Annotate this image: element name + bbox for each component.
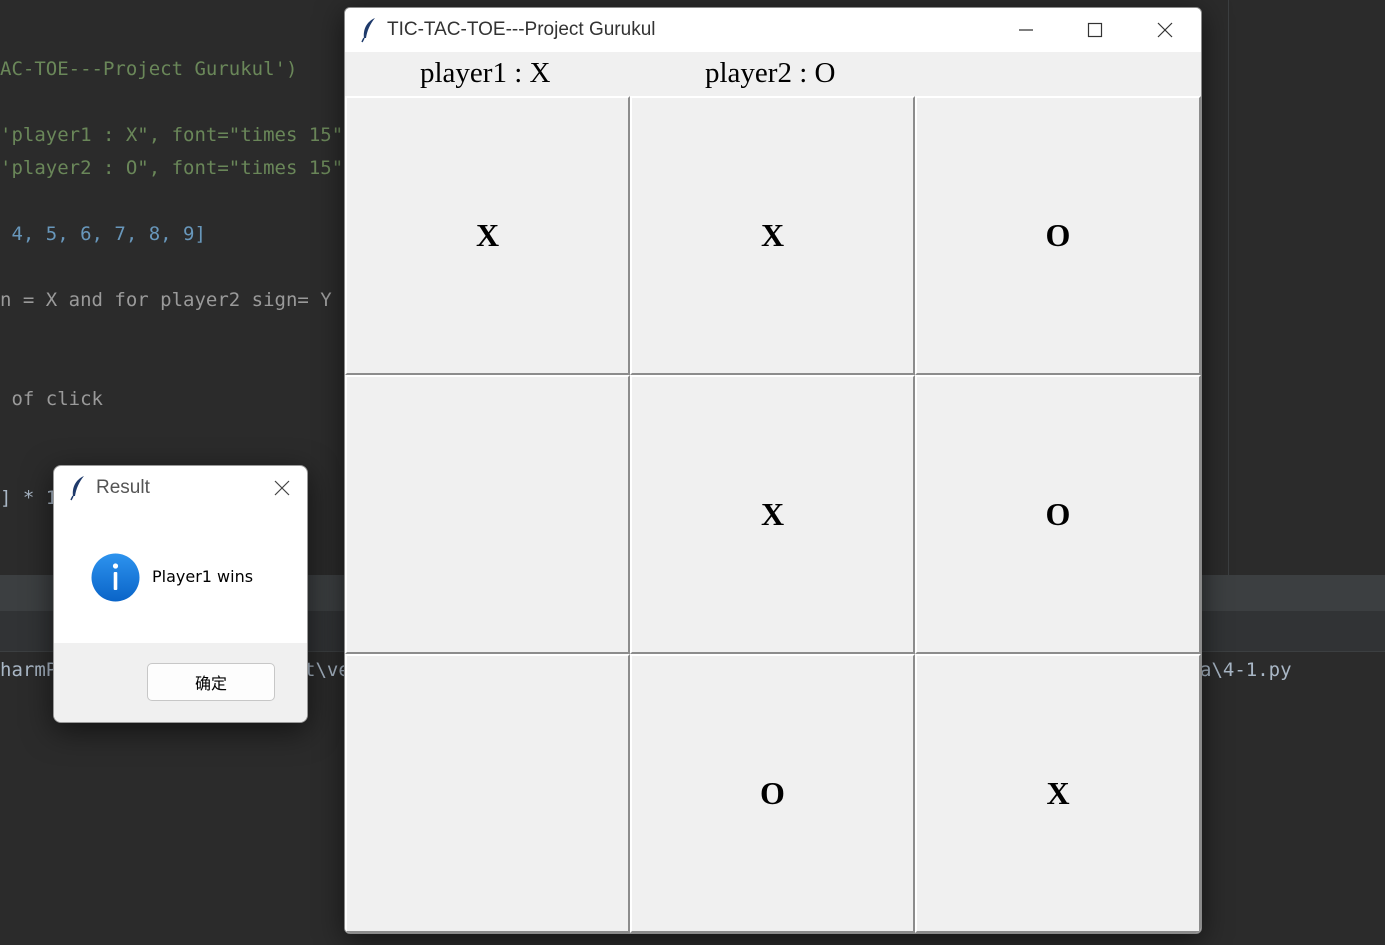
board-cell[interactable]: X [915, 654, 1201, 933]
minimize-icon [1019, 29, 1033, 31]
info-icon [91, 553, 140, 602]
code-text: AC-TOE---Project Gurukul') [0, 58, 298, 80]
tictactoe-window: TIC-TAC-TOE---Project Gurukul player1 : … [344, 7, 1202, 934]
board-cell[interactable] [345, 375, 630, 654]
code-line: of click [0, 388, 103, 410]
ok-button[interactable]: 确定 [147, 663, 275, 701]
window-title: TIC-TAC-TOE---Project Gurukul [387, 19, 656, 40]
dialog-message: Player1 wins [152, 567, 254, 586]
board-cell[interactable]: X [630, 375, 915, 654]
player1-label: player1 : X [420, 57, 551, 89]
editor-divider [1228, 0, 1229, 575]
code-text: 'player1 : X", font="times 15" [0, 124, 344, 146]
code-line: ] * 1 [0, 487, 57, 509]
maximize-icon [1087, 22, 1103, 38]
close-icon [274, 480, 290, 496]
board-cell[interactable]: O [915, 96, 1201, 375]
result-dialog: Result Player1 wins 确定 [53, 465, 308, 723]
title-bar[interactable]: TIC-TAC-TOE---Project Gurukul [345, 8, 1201, 52]
board-cell[interactable]: X [630, 96, 915, 375]
code-line: 'player2 : O", font="times 15" [0, 157, 343, 179]
code-text: ] * 1 [0, 487, 58, 509]
code-line: AC-TOE---Project Gurukul') [0, 58, 297, 80]
player-info-row: player1 : X player2 : O [345, 52, 1201, 96]
run-output-text: a\4-1.py [1200, 659, 1292, 681]
board-cell[interactable]: O [915, 375, 1201, 654]
board-cell[interactable]: X [345, 96, 630, 375]
dialog-title: Result [96, 477, 150, 498]
dialog-close-button[interactable] [266, 474, 298, 504]
game-board: X X O X O O X [345, 96, 1201, 933]
maximize-button[interactable] [1061, 8, 1129, 52]
code-text: of click [0, 388, 103, 410]
code-line: 'player1 : X", font="times 15" [0, 124, 343, 146]
board-cell[interactable] [345, 654, 630, 933]
code-text: 4, 5, 6, 7, 8, 9] [0, 223, 206, 245]
code-line: n = X and for player2 sign= Y [0, 289, 332, 311]
run-output-text: t\ve [304, 659, 350, 681]
dialog-footer: 确定 [54, 643, 307, 722]
feather-icon [69, 475, 87, 505]
run-output-text: harmP [0, 659, 58, 681]
feather-icon [360, 17, 378, 47]
board-cell[interactable]: O [630, 654, 915, 933]
minimize-button[interactable] [992, 8, 1060, 52]
code-line: 4, 5, 6, 7, 8, 9] [0, 223, 206, 245]
code-text: 'player2 : O", font="times 15" [0, 157, 344, 179]
close-icon [1157, 22, 1173, 38]
player2-label: player2 : O [705, 57, 836, 89]
close-button[interactable] [1131, 8, 1199, 52]
code-text: n = X and for player2 sign= Y [0, 289, 332, 311]
